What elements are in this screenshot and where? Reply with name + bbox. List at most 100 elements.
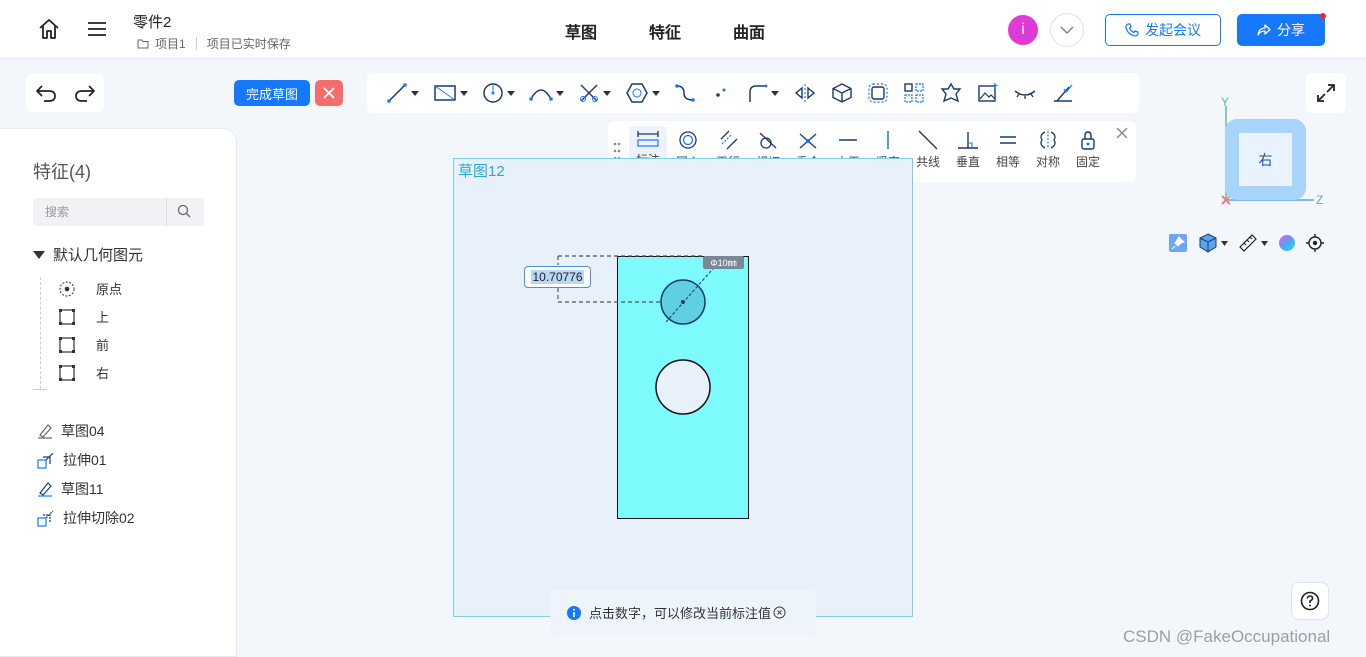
constraint-perpendicular[interactable]: 垂直 [949,126,987,176]
menu-icon[interactable] [84,16,110,42]
close-circle-icon[interactable] [773,606,786,619]
start-meeting-button[interactable]: 发起会议 [1105,14,1221,46]
target-icon [1306,234,1324,252]
point-tool[interactable] [703,73,739,113]
caret-down-icon[interactable] [507,90,515,96]
constraint-symmetric[interactable]: 对称 [1029,126,1067,176]
feature-label: 草图04 [61,423,105,439]
document-meta: 项目1 项目已实时保存 [137,35,291,52]
dimension-value-input[interactable]: 10.70776 [524,266,591,288]
trim-tool[interactable] [571,73,618,113]
avatar[interactable]: i [1008,15,1038,45]
part-body[interactable] [617,256,749,519]
caret-down-icon[interactable] [652,90,660,96]
palette-label: 垂直 [955,155,980,169]
caret-down-icon [1261,240,1268,246]
sketch-icon [38,424,52,439]
hide-tool[interactable] [1006,73,1044,113]
circle-tool[interactable] [475,73,522,113]
perpendicular-icon [958,132,978,149]
tree-item-front-plane[interactable]: 前 [58,335,109,354]
tree-item-label: 右 [96,366,110,381]
constraint-check-tool[interactable] [1044,73,1082,113]
image-tool[interactable] [970,73,1006,113]
feature-tree-panel: 特征(4) 默认几何图元 原点 上 前 右 草图04 拉伸01 草图11 拉伸 [0,128,237,657]
concentric-icon [679,131,697,149]
home-icon[interactable] [36,16,62,42]
tree-item-label: 原点 [96,282,123,297]
diameter-tag[interactable]: Φ10㎜ [703,256,744,269]
view-cube[interactable]: 右 [1225,119,1306,200]
line-tool[interactable] [379,73,426,113]
arc-tool[interactable] [522,73,571,113]
cancel-sketch-button[interactable] [315,80,343,106]
project-name[interactable]: 项目1 [155,35,186,52]
tree-group-label: 默认几何图元 [53,247,144,264]
mirror-tool[interactable] [786,73,824,113]
feature-item-extrude-cut02[interactable]: 拉伸切除02 [37,508,135,528]
feature-item-sketch11[interactable]: 草图11 [37,479,104,499]
share-button[interactable]: 分享 [1237,14,1325,46]
phone-icon [1125,23,1139,37]
focus-button[interactable] [1306,234,1324,252]
constraint-equal[interactable]: 相等 [989,126,1027,176]
tree-item-right-plane[interactable]: 右 [58,363,109,382]
finish-sketch-button[interactable]: 完成草图 [234,80,310,106]
feature-label: 草图11 [61,481,104,497]
document-title[interactable]: 零件2 [133,11,171,32]
extrude-icon [37,452,54,469]
pin-icon [1169,234,1187,252]
pattern-tool[interactable] [896,73,932,113]
dimension-value: 10.70776 [531,270,584,284]
tree-connector-end [33,389,47,390]
offset-icon [868,83,888,103]
shape-library-icon [940,82,962,103]
search-icon[interactable] [177,204,191,218]
lock-icon [1081,131,1095,150]
display-mode-button[interactable] [1198,233,1228,253]
constraint-collinear[interactable]: 共线 [909,126,947,176]
pattern-icon [904,83,924,103]
constraint-fixed[interactable]: 固定 [1069,126,1107,176]
tree-item-top-plane[interactable]: 上 [58,307,109,326]
tab-surface[interactable]: 曲面 [733,19,765,43]
appearance-button[interactable] [1278,234,1296,252]
hide-icon [1014,90,1036,99]
rectangle-tool[interactable] [426,73,475,113]
caret-down-icon[interactable] [460,90,468,96]
equal-icon [1000,136,1016,144]
feature-item-extrude01[interactable]: 拉伸01 [37,450,107,470]
tab-sketch[interactable]: 草图 [565,19,597,43]
search-input[interactable] [33,198,166,226]
shape-library-tool[interactable] [932,73,970,113]
caret-down-icon [33,250,45,259]
caret-down-icon[interactable] [411,90,419,96]
tangent-icon [759,132,777,149]
ruler-icon [1239,234,1257,252]
tab-feature[interactable]: 特征 [649,19,681,43]
caret-down-icon[interactable] [556,90,564,96]
caret-down-icon[interactable] [603,90,611,96]
palette-label: 固定 [1075,155,1100,169]
redo-icon[interactable] [74,83,96,103]
pin-button[interactable] [1168,233,1188,253]
measure-button[interactable] [1238,233,1268,253]
tree-group-default-geometry[interactable]: 默认几何图元 [33,244,143,265]
offset-tool[interactable] [860,73,896,113]
tree-connector [40,277,41,389]
project-3d-tool[interactable] [824,73,860,113]
help-button[interactable] [1291,582,1329,620]
account-dropdown-button[interactable] [1050,13,1084,47]
point-tool-icon [716,88,726,97]
fillet-tool[interactable] [739,73,786,113]
close-icon[interactable] [1116,127,1128,139]
undo-icon[interactable] [35,83,57,103]
spline-tool[interactable] [667,73,703,113]
feature-item-sketch04[interactable]: 草图04 [37,421,105,441]
caret-down-icon[interactable] [771,90,779,96]
polygon-tool[interactable] [618,73,667,113]
tree-item-origin[interactable]: 原点 [58,279,122,298]
plane-icon [59,336,75,353]
watermark: CSDN @FakeOccupational [1123,627,1331,646]
view-cube-face[interactable]: 右 [1239,133,1292,186]
